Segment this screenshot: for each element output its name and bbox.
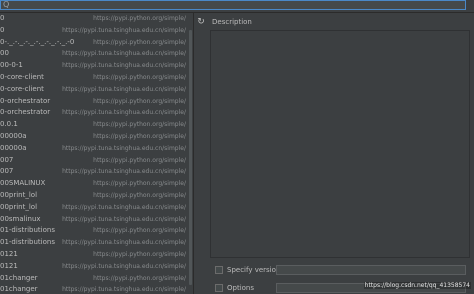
package-name: 0.0.1: [0, 120, 18, 129]
package-row[interactable]: 0-._.-._.-._.-._.-._.-._.-0 https://pypi.…: [0, 37, 186, 49]
specify-version-checkbox[interactable]: [215, 266, 223, 274]
search-icon: Q: [3, 0, 10, 9]
package-repository-url: https://pypi.tuna.tsinghua.edu.cn/simple…: [62, 203, 186, 211]
package-name: 01-distributions: [0, 226, 55, 235]
search-field[interactable]: Q: [0, 0, 466, 10]
package-name: 00000a: [0, 143, 27, 152]
package-row[interactable]: 0121 https://pypi.python.org/simple/: [0, 249, 186, 261]
package-row[interactable]: 0-orchestrator https://pypi.python.org/si…: [0, 96, 186, 108]
package-repository-url: https://pypi.tuna.tsinghua.edu.cn/simple…: [62, 262, 186, 270]
package-list-scrollbar-thumb[interactable]: [189, 30, 192, 285]
description-area: [210, 30, 470, 258]
version-select[interactable]: [276, 265, 466, 275]
package-repository-url: https://pypi.tuna.tsinghua.edu.cn/simple…: [62, 109, 186, 117]
package-repository-url: https://pypi.python.org/simple/: [93, 15, 186, 22]
package-row[interactable]: 007 https://pypi.tuna.tsinghua.edu.cn/sim…: [0, 166, 186, 178]
package-name: 0: [0, 14, 5, 22]
package-repository-url: https://pypi.python.org/simple/: [93, 180, 186, 188]
package-name: 0-core-client: [0, 84, 44, 93]
package-name: 00smalinux: [0, 214, 41, 223]
package-repository-url: https://pypi.tuna.tsinghua.edu.cn/simple…: [62, 62, 186, 70]
package-name: 01changer: [0, 285, 38, 294]
package-row[interactable]: 0-core-client https://pypi.tuna.tsinghua.…: [0, 84, 186, 96]
package-name: 00print_lol: [0, 202, 38, 211]
package-row[interactable]: 01changer https://pypi.python.org/simple/: [0, 273, 186, 285]
package-row[interactable]: 0-orchestrator https://pypi.tuna.tsinghua…: [0, 107, 186, 119]
package-row[interactable]: 01-distributions https://pypi.tuna.tsingh…: [0, 237, 186, 249]
package-repository-url: https://pypi.tuna.tsinghua.edu.cn/simple…: [62, 50, 186, 58]
package-name: 007: [0, 167, 14, 176]
options-label: Options: [227, 284, 255, 292]
package-row[interactable]: 00smalinux https://pypi.tuna.tsinghua.edu…: [0, 214, 186, 226]
package-name: 0-orchestrator: [0, 108, 51, 117]
package-repository-url: https://pypi.python.org/simple/: [93, 156, 186, 164]
package-name: 00print_lol: [0, 190, 38, 199]
package-row[interactable]: 0121 https://pypi.tuna.tsinghua.edu.cn/si…: [0, 261, 186, 273]
package-row[interactable]: 01-distributions https://pypi.python.org/…: [0, 225, 186, 237]
options-row: Options: [215, 284, 254, 292]
search-input[interactable]: [13, 1, 453, 9]
package-repository-url: https://pypi.tuna.tsinghua.edu.cn/simple…: [62, 144, 186, 152]
package-repository-url: https://pypi.tuna.tsinghua.edu.cn/simple…: [62, 85, 186, 93]
package-list[interactable]: 0 https://pypi.python.org/simple/0 https:/…: [0, 13, 186, 294]
package-row[interactable]: 0.0.1 https://pypi.python.org/simple/: [0, 119, 186, 131]
package-name: 00000a: [0, 131, 27, 140]
package-name: 0121: [0, 261, 18, 270]
package-name: 007: [0, 155, 14, 164]
package-repository-url: https://pypi.python.org/simple/: [93, 73, 186, 81]
package-row[interactable]: 0-core-client https://pypi.python.org/sim…: [0, 72, 186, 84]
watermark: https://blog.csdn.net/qq_41358574: [363, 282, 471, 289]
package-repository-url: https://pypi.python.org/simple/: [93, 250, 186, 258]
specify-version-label: Specify version: [227, 266, 281, 274]
package-name: 0: [0, 25, 5, 34]
package-row[interactable]: 0 https://pypi.tuna.tsinghua.edu.cn/simpl…: [0, 25, 186, 37]
package-repository-url: https://pypi.tuna.tsinghua.edu.cn/simple…: [62, 286, 186, 294]
package-name: 0-orchestrator: [0, 96, 51, 105]
package-name: 01changer: [0, 273, 38, 282]
package-name: 0-._.-._.-._.-._.-._.-._.-0: [0, 37, 75, 46]
package-repository-url: https://pypi.python.org/simple/: [93, 274, 186, 282]
package-repository-url: https://pypi.python.org/simple/: [93, 38, 186, 46]
package-row[interactable]: 007 https://pypi.python.org/simple/: [0, 155, 186, 167]
package-name: 01-distributions: [0, 238, 55, 247]
package-repository-url: https://pypi.python.org/simple/: [93, 97, 186, 105]
package-repository-url: https://pypi.tuna.tsinghua.edu.cn/simple…: [62, 168, 186, 176]
options-checkbox[interactable]: [215, 284, 223, 292]
package-name: 0121: [0, 249, 18, 258]
package-repository-url: https://pypi.python.org/simple/: [93, 132, 186, 140]
package-row[interactable]: 00 https://pypi.tuna.tsinghua.edu.cn/simp…: [0, 48, 186, 60]
package-row[interactable]: 00print_lol https://pypi.tuna.tsinghua.ed…: [0, 202, 186, 214]
panel-divider[interactable]: [193, 13, 194, 294]
package-row[interactable]: 00000a https://pypi.tuna.tsinghua.edu.cn/…: [0, 143, 186, 155]
refresh-icon[interactable]: ↻: [195, 16, 207, 28]
package-repository-url: https://pypi.tuna.tsinghua.edu.cn/simple…: [62, 26, 186, 34]
package-row[interactable]: 00000a https://pypi.python.org/simple/: [0, 131, 186, 143]
package-repository-url: https://pypi.python.org/simple/: [93, 227, 186, 235]
package-repository-url: https://pypi.tuna.tsinghua.edu.cn/simple…: [62, 239, 186, 247]
package-name: 00: [0, 49, 9, 58]
package-repository-url: https://pypi.python.org/simple/: [93, 191, 186, 199]
package-name: 00-0-1: [0, 61, 23, 70]
package-name: 0-core-client: [0, 72, 44, 81]
package-row[interactable]: 00SMALINUX https://pypi.python.org/simple…: [0, 178, 186, 190]
search-bar: Q: [0, 0, 474, 13]
package-row[interactable]: 00-0-1 https://pypi.tuna.tsinghua.edu.cn/…: [0, 60, 186, 72]
package-repository-url: https://pypi.tuna.tsinghua.edu.cn/simple…: [62, 215, 186, 223]
package-name: 00SMALINUX: [0, 179, 46, 188]
description-label: Description: [212, 18, 252, 26]
package-row[interactable]: 00print_lol https://pypi.python.org/simpl…: [0, 190, 186, 202]
specify-version-row: Specify version: [215, 266, 280, 274]
package-repository-url: https://pypi.python.org/simple/: [93, 121, 186, 129]
package-row[interactable]: 0 https://pypi.python.org/simple/: [0, 13, 186, 25]
package-row[interactable]: 01changer https://pypi.tuna.tsinghua.edu.…: [0, 284, 186, 294]
